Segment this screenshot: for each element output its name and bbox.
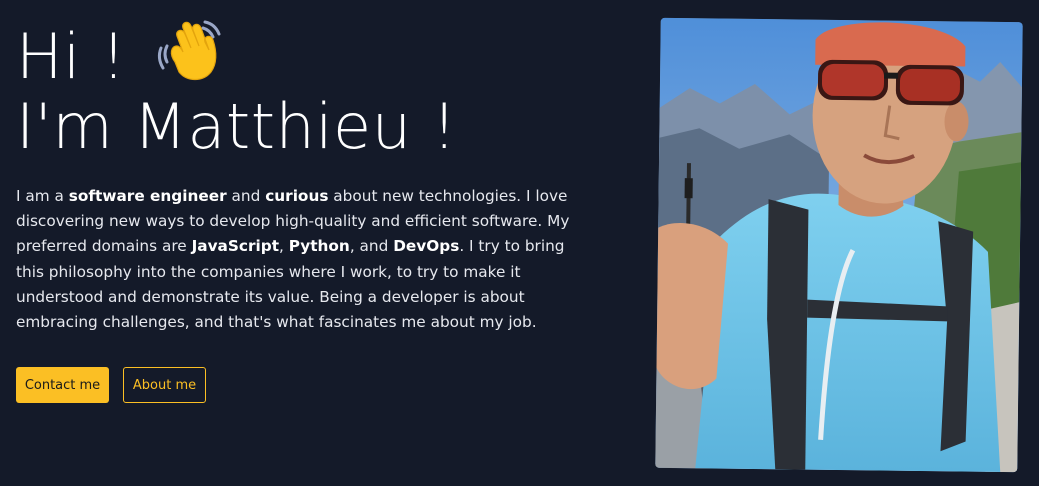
greeting-text: Hi !	[16, 20, 127, 93]
about-me-button[interactable]: About me	[123, 367, 206, 403]
waving-hand-icon	[153, 18, 227, 94]
profile-photo	[655, 17, 1023, 473]
intro-highlight: DevOps	[393, 237, 460, 256]
intro-highlight: curious	[265, 187, 329, 205]
intro-text: , and	[349, 237, 394, 256]
contact-me-button[interactable]: Contact me	[16, 367, 109, 403]
intro-highlight: Python	[288, 237, 350, 256]
greeting-line: Hi !	[16, 18, 457, 94]
intro-text: ,	[279, 237, 289, 256]
hero-section: Hi ! I'm Matthieu ! I am a software engi…	[0, 0, 1039, 486]
intro-highlight: JavaScript	[191, 237, 280, 256]
intro-paragraph: I am a software engineer and curious abo…	[16, 184, 576, 335]
name-line: I'm Matthieu !	[16, 90, 458, 163]
intro-text: I am a	[16, 187, 69, 205]
hero-heading: Hi ! I'm Matthieu !	[16, 18, 457, 160]
intro-highlight: software engineer	[68, 187, 227, 205]
intro-text: and	[226, 187, 266, 205]
